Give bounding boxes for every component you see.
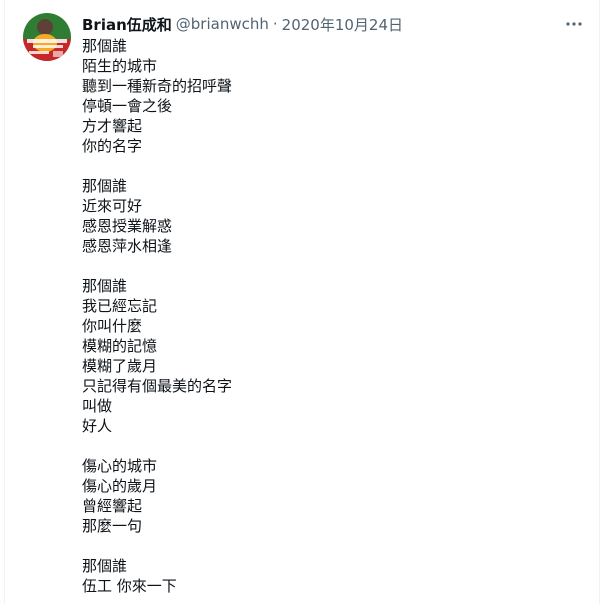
tweet-text-line: 感恩授業解惑 xyxy=(82,217,173,235)
tweet-header: Brian伍成和 @brianwchh · 2020年10月24日 xyxy=(82,13,587,35)
tweet-card[interactable]: Brian伍成和 @brianwchh · 2020年10月24日 那個誰陌生的… xyxy=(4,0,600,604)
tweet-text-line: 近來可好 xyxy=(82,197,143,215)
tweet-timestamp[interactable]: 2020年10月24日 xyxy=(282,14,403,35)
tweet-text-line: 那個誰 xyxy=(82,177,128,195)
tweet-text-line: 聽到一種新奇的招呼聲 xyxy=(82,77,233,95)
tweet-text-line: 好人 xyxy=(82,417,113,435)
tweet-text-line: 方才響起 xyxy=(82,117,143,135)
tweet-text-line: 模糊的記憶 xyxy=(82,337,158,355)
tweet-text-line: 傷心的歲月 xyxy=(82,477,158,495)
tweet-text-line: 叫做 xyxy=(82,397,113,415)
more-horizontal-icon xyxy=(566,22,582,26)
author-avatar[interactable] xyxy=(23,13,71,61)
tweet-text-line: 只記得有個最美的名字 xyxy=(82,377,233,395)
tweet-text-line: 你的名字 xyxy=(82,137,143,155)
tweet-text-line: 那麼一句 xyxy=(82,517,143,535)
header-separator: · xyxy=(272,15,278,33)
tweet-text-line: 那個誰 xyxy=(82,37,128,55)
tweet-text-line: 曾經響起 xyxy=(82,497,143,515)
tweet-text-line: 伍工 你來一下 xyxy=(82,577,177,595)
profile-photo-icon xyxy=(23,13,71,61)
more-options-button[interactable] xyxy=(561,11,587,37)
tweet-text-line: 那個誰 xyxy=(82,277,128,295)
tweet-text-line: 停頓一會之後 xyxy=(82,97,173,115)
tweet-text-line: 你叫什麼 xyxy=(82,317,143,335)
tweet-text-line: 那個誰 xyxy=(82,557,128,575)
tweet-text-line: 傷心的城市 xyxy=(82,457,158,475)
author-display-name[interactable]: Brian伍成和 xyxy=(82,14,172,35)
author-handle[interactable]: @brianwchh xyxy=(176,15,269,33)
tweet-text-line: 感恩萍水相逢 xyxy=(82,237,173,255)
tweet-text-line: 陌生的城市 xyxy=(82,57,158,75)
tweet-text: 那個誰 陌生的城市 聽到一種新奇的招呼聲 停頓一會之後 方才響起 你的名字 那個誰 近來可好感… xyxy=(82,36,582,596)
tweet-text-line: 模糊了歲月 xyxy=(82,357,158,375)
tweet-text-line: 我已經忘記 xyxy=(82,297,158,315)
